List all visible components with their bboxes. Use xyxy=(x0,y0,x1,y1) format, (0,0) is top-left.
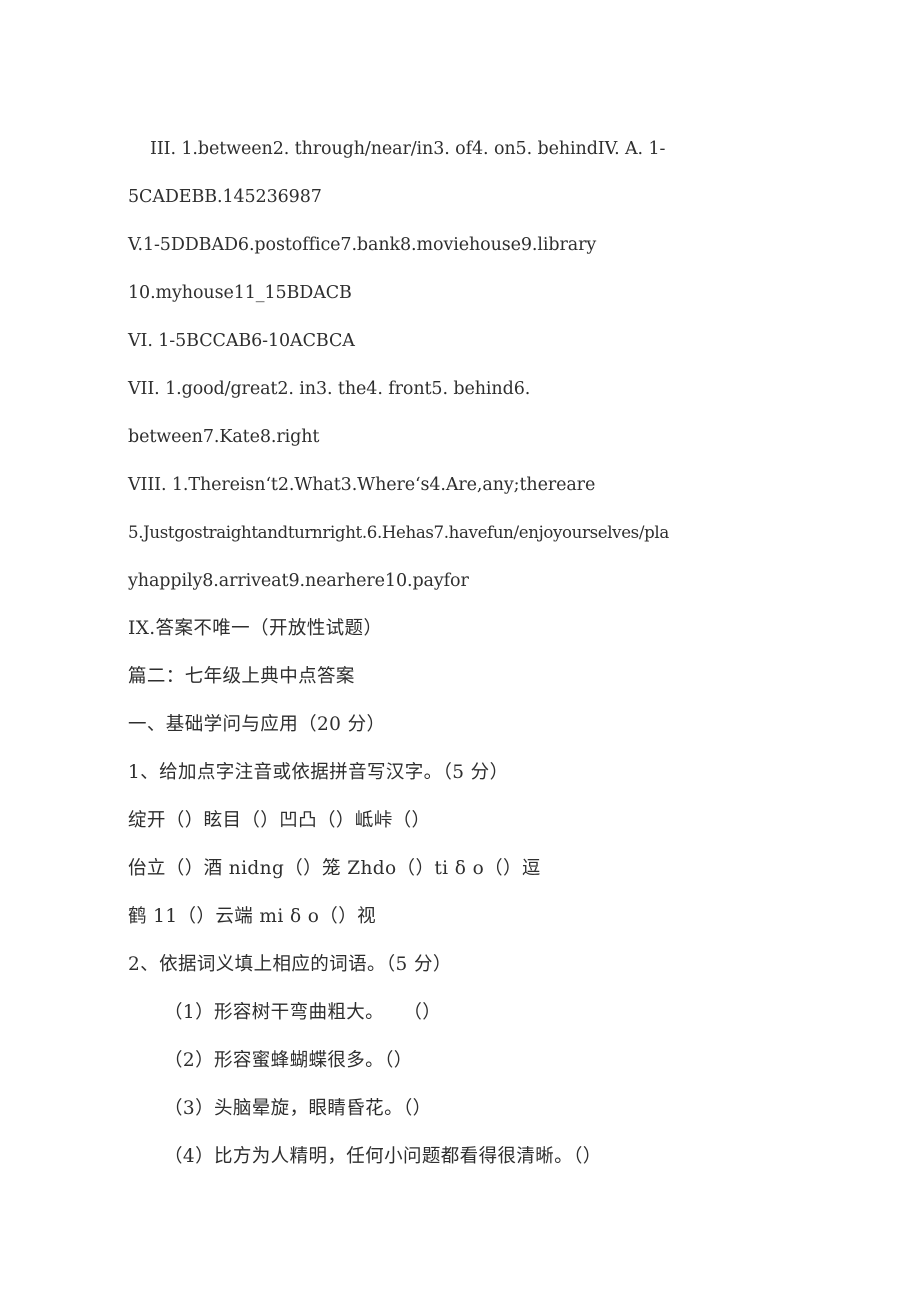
question-1-items-row-1: 绽开（）眩目（）凹凸（）岻峠（） xyxy=(128,810,431,831)
answer-line-8: VIII. 1.Thereisnʻt2.What3.Whereʻs4.Are,a… xyxy=(128,475,596,495)
question-2-item-2: （2）形容蜜蜂蝴蝶很多。（） xyxy=(164,1050,413,1071)
question-2-item-4: （4）比方为人精明，任何小问题都看得很清晰。（） xyxy=(164,1146,602,1167)
answer-line-3: III. 1.between2. through/near/in3. of4. … xyxy=(150,139,666,159)
question-2-prompt: 2、依据词义填上相应的词语。（5 分） xyxy=(128,954,452,975)
answer-line-8-cont-2: yhappily8.arriveat9.nearhere10.payfor xyxy=(128,571,469,591)
question-1-prompt: 1、给加点字注音或依据拼音写汉字。（5 分） xyxy=(128,762,509,783)
question-1-items-row-3: 鹤 11（）云端 mi δ o（）视 xyxy=(128,906,376,927)
answer-line-8-cont-1: 5.Justgostraightandturnright.6.Hehas7.ha… xyxy=(128,523,669,542)
answer-line-5-cont: 10.myhouse11_15BDACB xyxy=(128,283,352,303)
section-heading-basics: 一、基础学问与应用（20 分） xyxy=(128,714,386,735)
page-bottom-whitespace xyxy=(128,1181,790,1291)
answer-line-7: VII. 1.good/great2. in3. the4. front5. b… xyxy=(128,379,531,399)
section-heading-part-two: 篇二：七年级上典中点答案 xyxy=(128,666,355,687)
document-page: III. 1.between2. through/near/in3. of4. … xyxy=(0,0,920,1301)
answer-line-7-cont: between7.Kate8.right xyxy=(128,427,320,447)
answer-line-9: IX.答案不唯一（开放性试题） xyxy=(128,618,383,639)
question-2-item-3: （3）头脑晕旋，眼睛昏花。（） xyxy=(164,1098,432,1119)
answer-line-5: V.1-5DDBAD6.postoffice7.bank8.moviehouse… xyxy=(128,235,597,255)
question-2-item-1: （1）形容树干弯曲粗大。 （） xyxy=(164,1002,442,1023)
answer-line-6: VI. 1-5BCCAB6-10ACBCA xyxy=(128,331,355,351)
document-text-body: III. 1.between2. through/near/in3. of4. … xyxy=(0,125,920,1291)
answer-line-3-cont: 5CADEBB.145236987 xyxy=(128,187,322,207)
question-1-items-row-2: 佁立（）酒 nidng（）笼 Zhdo（）ti δ o（）逗 xyxy=(128,858,541,879)
